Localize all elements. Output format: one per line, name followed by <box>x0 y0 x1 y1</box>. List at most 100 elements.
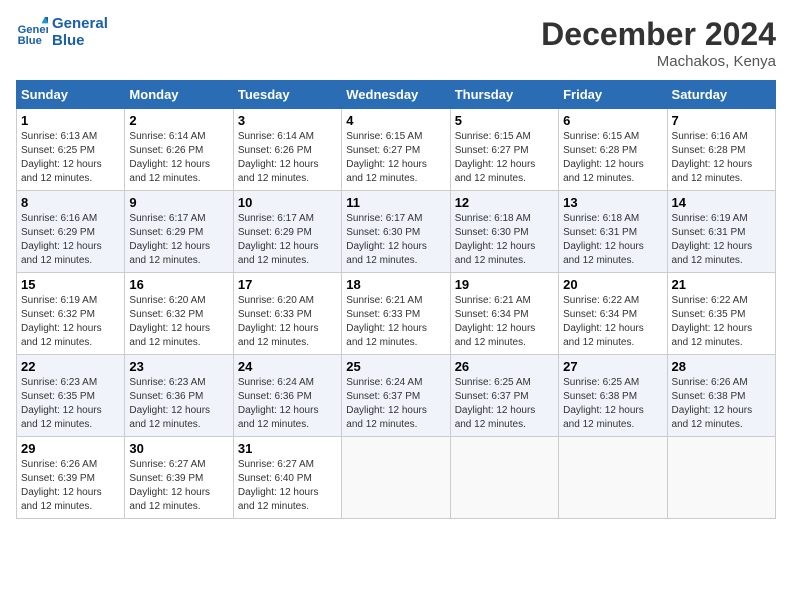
page-header: General Blue General Blue December 2024 … <box>16 16 776 70</box>
day-number: 29 <box>21 441 120 456</box>
calendar-cell: 15Sunrise: 6:19 AM Sunset: 6:32 PM Dayli… <box>17 273 125 355</box>
day-number: 13 <box>563 195 662 210</box>
calendar-cell: 30Sunrise: 6:27 AM Sunset: 6:39 PM Dayli… <box>125 437 233 519</box>
day-info: Sunrise: 6:18 AM Sunset: 6:31 PM Dayligh… <box>563 212 662 268</box>
calendar-cell: 17 Sunrise: 6:20 AM Sunset: 6:33 PM Dayli… <box>233 273 341 355</box>
day-number: 14 <box>672 195 771 210</box>
calendar-cell: 13 Sunrise: 6:18 AM Sunset: 6:31 PM Dayli… <box>559 191 667 273</box>
logo-text-line1: General <box>52 16 108 33</box>
calendar-cell: 21Sunrise: 6:22 AM Sunset: 6:35 PM Dayli… <box>667 273 775 355</box>
day-info: Sunrise: 6:16 AM Sunset: 6:29 PM Dayligh… <box>21 212 120 268</box>
day-number: 27 <box>563 359 662 374</box>
day-info: Sunrise: 6:18 AM Sunset: 6:30 PM Dayligh… <box>455 212 554 268</box>
day-info: Sunrise: 6:21 AM Sunset: 6:33 PM Dayligh… <box>346 294 445 350</box>
day-number: 7 <box>672 113 771 128</box>
day-number: 31 <box>238 441 337 456</box>
calendar-cell <box>342 437 450 519</box>
calendar-cell: 26Sunrise: 6:25 AM Sunset: 6:37 PM Dayli… <box>450 355 558 437</box>
calendar-week-row: 8 Sunrise: 6:16 AM Sunset: 6:29 PM Daylig… <box>17 191 776 273</box>
day-number: 2 <box>129 113 228 128</box>
day-number: 4 <box>346 113 445 128</box>
calendar-cell: 7 Sunrise: 6:16 AM Sunset: 6:28 PM Daylig… <box>667 109 775 191</box>
day-info: Sunrise: 6:17 AM Sunset: 6:29 PM Dayligh… <box>238 212 337 268</box>
calendar-cell: 11 Sunrise: 6:17 AM Sunset: 6:30 PM Dayli… <box>342 191 450 273</box>
day-number: 5 <box>455 113 554 128</box>
day-number: 25 <box>346 359 445 374</box>
calendar-week-row: 22Sunrise: 6:23 AM Sunset: 6:35 PM Dayli… <box>17 355 776 437</box>
day-number: 1 <box>21 113 120 128</box>
day-info: Sunrise: 6:24 AM Sunset: 6:37 PM Dayligh… <box>346 376 445 432</box>
day-number: 16 <box>129 277 228 292</box>
month-title: December 2024 <box>541 16 776 53</box>
day-info: Sunrise: 6:20 AM Sunset: 6:32 PM Dayligh… <box>129 294 228 350</box>
calendar-table: SundayMondayTuesdayWednesdayThursdayFrid… <box>16 80 776 519</box>
day-number: 20 <box>563 277 662 292</box>
day-number: 21 <box>672 277 771 292</box>
calendar-header-row: SundayMondayTuesdayWednesdayThursdayFrid… <box>17 81 776 109</box>
header-friday: Friday <box>559 81 667 109</box>
calendar-cell: 3 Sunrise: 6:14 AM Sunset: 6:26 PM Daylig… <box>233 109 341 191</box>
day-info: Sunrise: 6:21 AM Sunset: 6:34 PM Dayligh… <box>455 294 554 350</box>
svg-text:Blue: Blue <box>18 35 42 47</box>
calendar-week-row: 1Sunrise: 6:13 AM Sunset: 6:25 PM Daylig… <box>17 109 776 191</box>
day-number: 28 <box>672 359 771 374</box>
day-number: 30 <box>129 441 228 456</box>
logo-icon: General Blue <box>16 17 48 49</box>
calendar-cell: 12 Sunrise: 6:18 AM Sunset: 6:30 PM Dayli… <box>450 191 558 273</box>
calendar-cell: 1Sunrise: 6:13 AM Sunset: 6:25 PM Daylig… <box>17 109 125 191</box>
day-info: Sunrise: 6:15 AM Sunset: 6:27 PM Dayligh… <box>455 130 554 186</box>
day-number: 15 <box>21 277 120 292</box>
day-number: 8 <box>21 195 120 210</box>
day-info: Sunrise: 6:17 AM Sunset: 6:30 PM Dayligh… <box>346 212 445 268</box>
calendar-cell: 25 Sunrise: 6:24 AM Sunset: 6:37 PM Dayli… <box>342 355 450 437</box>
calendar-cell: 18 Sunrise: 6:21 AM Sunset: 6:33 PM Dayli… <box>342 273 450 355</box>
calendar-cell: 9 Sunrise: 6:17 AM Sunset: 6:29 PM Daylig… <box>125 191 233 273</box>
calendar-cell: 2Sunrise: 6:14 AM Sunset: 6:26 PM Daylig… <box>125 109 233 191</box>
day-number: 17 <box>238 277 337 292</box>
svg-text:General: General <box>18 24 48 36</box>
day-info: Sunrise: 6:26 AM Sunset: 6:38 PM Dayligh… <box>672 376 771 432</box>
day-info: Sunrise: 6:25 AM Sunset: 6:38 PM Dayligh… <box>563 376 662 432</box>
header-saturday: Saturday <box>667 81 775 109</box>
calendar-week-row: 15Sunrise: 6:19 AM Sunset: 6:32 PM Dayli… <box>17 273 776 355</box>
day-number: 24 <box>238 359 337 374</box>
title-area: December 2024 Machakos, Kenya <box>541 16 776 70</box>
day-number: 6 <box>563 113 662 128</box>
day-number: 18 <box>346 277 445 292</box>
day-number: 22 <box>21 359 120 374</box>
day-info: Sunrise: 6:22 AM Sunset: 6:34 PM Dayligh… <box>563 294 662 350</box>
calendar-cell: 10 Sunrise: 6:17 AM Sunset: 6:29 PM Dayli… <box>233 191 341 273</box>
header-thursday: Thursday <box>450 81 558 109</box>
day-info: Sunrise: 6:15 AM Sunset: 6:28 PM Dayligh… <box>563 130 662 186</box>
calendar-cell: 20 Sunrise: 6:22 AM Sunset: 6:34 PM Dayli… <box>559 273 667 355</box>
location-title: Machakos, Kenya <box>541 53 776 70</box>
calendar-cell: 5 Sunrise: 6:15 AM Sunset: 6:27 PM Daylig… <box>450 109 558 191</box>
logo-text-line2: Blue <box>52 33 108 50</box>
day-number: 9 <box>129 195 228 210</box>
day-number: 12 <box>455 195 554 210</box>
calendar-cell: 16 Sunrise: 6:20 AM Sunset: 6:32 PM Dayli… <box>125 273 233 355</box>
day-number: 11 <box>346 195 445 210</box>
header-sunday: Sunday <box>17 81 125 109</box>
day-info: Sunrise: 6:14 AM Sunset: 6:26 PM Dayligh… <box>238 130 337 186</box>
calendar-cell: 8 Sunrise: 6:16 AM Sunset: 6:29 PM Daylig… <box>17 191 125 273</box>
day-number: 19 <box>455 277 554 292</box>
day-number: 23 <box>129 359 228 374</box>
calendar-cell <box>667 437 775 519</box>
header-tuesday: Tuesday <box>233 81 341 109</box>
calendar-cell: 31 Sunrise: 6:27 AM Sunset: 6:40 PM Dayli… <box>233 437 341 519</box>
day-info: Sunrise: 6:17 AM Sunset: 6:29 PM Dayligh… <box>129 212 228 268</box>
day-number: 10 <box>238 195 337 210</box>
day-info: Sunrise: 6:25 AM Sunset: 6:37 PM Dayligh… <box>455 376 554 432</box>
day-info: Sunrise: 6:16 AM Sunset: 6:28 PM Dayligh… <box>672 130 771 186</box>
calendar-cell: 22Sunrise: 6:23 AM Sunset: 6:35 PM Dayli… <box>17 355 125 437</box>
calendar-cell: 23 Sunrise: 6:23 AM Sunset: 6:36 PM Dayli… <box>125 355 233 437</box>
day-info: Sunrise: 6:23 AM Sunset: 6:36 PM Dayligh… <box>129 376 228 432</box>
calendar-cell: 19 Sunrise: 6:21 AM Sunset: 6:34 PM Dayli… <box>450 273 558 355</box>
day-info: Sunrise: 6:20 AM Sunset: 6:33 PM Dayligh… <box>238 294 337 350</box>
day-number: 3 <box>238 113 337 128</box>
day-info: Sunrise: 6:27 AM Sunset: 6:40 PM Dayligh… <box>238 458 337 514</box>
day-info: Sunrise: 6:15 AM Sunset: 6:27 PM Dayligh… <box>346 130 445 186</box>
logo: General Blue General Blue <box>16 16 108 49</box>
calendar-cell: 4 Sunrise: 6:15 AM Sunset: 6:27 PM Daylig… <box>342 109 450 191</box>
